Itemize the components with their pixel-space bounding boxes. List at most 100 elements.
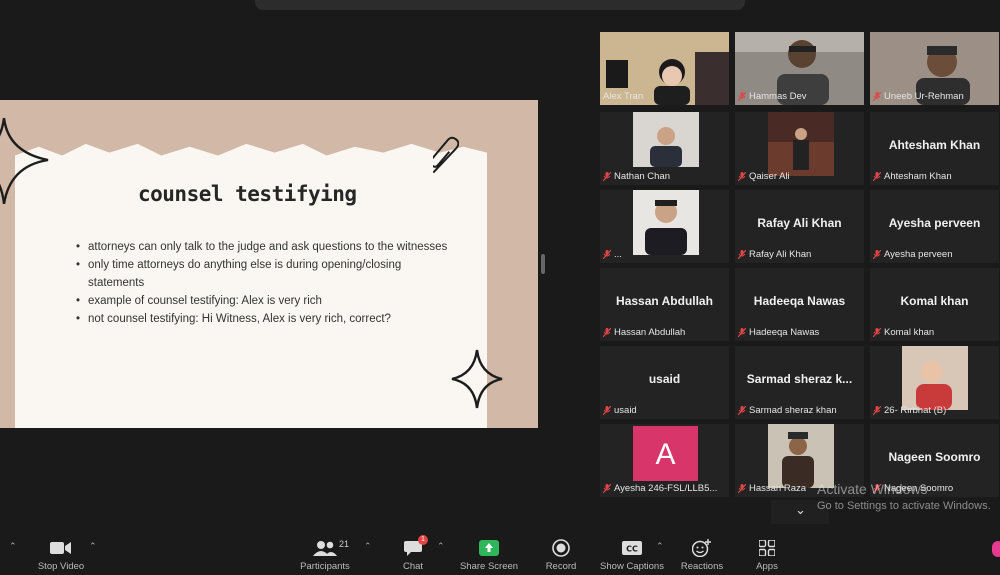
participant-name: Ahtesham Khan	[873, 171, 952, 182]
muted-mic-icon	[873, 92, 881, 101]
participant-name: Komal khan	[873, 327, 934, 338]
record-icon	[552, 539, 570, 557]
participant-name: Hadeeqa Nawas	[738, 327, 819, 338]
participant-video	[633, 112, 699, 167]
participant-tile[interactable]: Uneeb Ur-Rehman	[870, 32, 999, 105]
slide-bullet: example of counsel testifying: Alex is v…	[76, 292, 456, 310]
participant-video	[902, 346, 968, 410]
participant-video	[768, 112, 834, 176]
participant-name: Alex Tran	[603, 91, 644, 102]
closed-captions-icon: CC	[622, 541, 642, 555]
caret-up-icon[interactable]: ⌃	[89, 541, 97, 552]
slide-bullet-list: attorneys can only talk to the judge and…	[76, 238, 456, 328]
participants-button[interactable]: Participants	[285, 533, 365, 572]
participant-tile[interactable]: Qaiser Ali	[735, 112, 864, 185]
participant-display-name: Hassan Abdullah	[616, 294, 713, 308]
avatar: A	[633, 426, 698, 481]
participant-name: usaid	[603, 405, 637, 416]
paperclip-icon	[433, 136, 459, 174]
participant-display-name: Ayesha perveen	[888, 216, 981, 230]
participant-name: Hammas Dev	[738, 91, 807, 102]
participant-video	[768, 424, 834, 488]
participant-name: Uneeb Ur-Rehman	[873, 91, 964, 102]
share-screen-button[interactable]: Share Screen	[449, 533, 529, 572]
participant-name: Ayesha perveen	[873, 249, 953, 260]
muted-mic-icon	[603, 172, 611, 181]
caret-up-icon[interactable]: ⌃	[9, 541, 17, 552]
slide-bullet: attorneys can only talk to the judge and…	[76, 238, 456, 256]
apps-label: Apps	[756, 561, 778, 572]
participant-name: Sarmad sheraz khan	[738, 405, 837, 416]
participant-name: Hassan Raza	[738, 483, 806, 494]
participant-tile[interactable]: Rafay Ali Khan Rafay Ali Khan	[735, 190, 864, 263]
participant-tile[interactable]: Alex Tran	[600, 32, 729, 105]
meeting-top-bar	[255, 0, 745, 10]
show-captions-button[interactable]: CC Show Captions	[592, 533, 672, 572]
slide-bullet: not counsel testifying: Hi Witness, Alex…	[76, 310, 456, 328]
muted-mic-icon	[738, 250, 746, 259]
record-button[interactable]: Record	[521, 533, 601, 572]
participant-display-name: Rafay Ali Khan	[757, 216, 842, 230]
share-screen-label: Share Screen	[459, 561, 519, 572]
participant-tile[interactable]: Komal khan Komal khan	[870, 268, 999, 341]
participant-tile[interactable]: ...	[600, 190, 729, 263]
muted-mic-icon	[603, 250, 611, 259]
meeting-toolbar: ⌃ Stop Video ⌃ Participants 21 ⌃ Chat 1 …	[0, 533, 1000, 575]
muted-mic-icon	[603, 328, 611, 337]
muted-mic-icon	[738, 406, 746, 415]
muted-mic-icon	[603, 406, 611, 415]
stop-video-label: Stop Video	[37, 561, 85, 572]
caret-up-icon[interactable]: ⌃	[437, 541, 445, 552]
shared-screen-slide: counsel testifying attorneys can only ta…	[0, 100, 538, 428]
participant-name: Qaiser Ali	[738, 171, 790, 182]
slide-bullet: only time attorneys do anything else is …	[76, 256, 456, 292]
participant-tile[interactable]: 26- Rirbhat (B)	[870, 346, 999, 419]
muted-mic-icon	[603, 484, 611, 493]
participant-tile[interactable]: Sarmad sheraz k... Sarmad sheraz khan	[735, 346, 864, 419]
stop-video-button[interactable]: Stop Video	[21, 533, 101, 572]
participant-tile[interactable]: A Ayesha 246-FSL/LLB5...	[600, 424, 729, 497]
chat-button[interactable]: Chat	[373, 533, 453, 572]
muted-mic-icon	[738, 172, 746, 181]
participant-tile[interactable]: Hadeeqa Nawas Hadeeqa Nawas	[735, 268, 864, 341]
video-camera-icon	[50, 542, 71, 554]
slide-title: counsel testifying	[138, 182, 357, 206]
caret-up-icon[interactable]: ⌃	[364, 541, 372, 552]
participant-tile[interactable]: Ayesha perveen Ayesha perveen	[870, 190, 999, 263]
participant-tile[interactable]: usaid usaid	[600, 346, 729, 419]
participant-name: Hassan Abdullah	[603, 327, 685, 338]
sparkle-star-icon	[0, 118, 49, 204]
apps-grid-icon	[759, 540, 775, 556]
participants-label: Participants	[300, 561, 350, 572]
participant-tile[interactable]: Nathan Chan	[600, 112, 729, 185]
share-screen-icon	[479, 540, 499, 556]
participant-name: Ayesha 246-FSL/LLB5...	[603, 483, 717, 494]
muted-mic-icon	[873, 250, 881, 259]
participant-display-name: Ahtesham Khan	[888, 138, 981, 152]
muted-mic-icon	[873, 172, 881, 181]
participant-video	[633, 190, 699, 255]
notification-indicator[interactable]	[992, 541, 1000, 557]
participants-count: 21	[339, 539, 350, 549]
apps-button[interactable]: Apps	[727, 533, 807, 572]
svg-text:CC: CC	[626, 545, 638, 554]
participant-display-name: Hadeeqa Nawas	[753, 294, 846, 308]
participant-tile[interactable]: Ahtesham Khan Ahtesham Khan	[870, 112, 999, 185]
chat-label: Chat	[402, 561, 424, 572]
participant-name: ...	[603, 249, 622, 260]
participant-display-name: Komal khan	[900, 294, 969, 308]
participant-tile[interactable]: Hassan Abdullah Hassan Abdullah	[600, 268, 729, 341]
participant-display-name: Nageen Soomro	[888, 450, 981, 464]
participant-name: Rafay Ali Khan	[738, 249, 811, 260]
record-label: Record	[545, 561, 577, 572]
split-view-drag-handle[interactable]	[541, 254, 545, 274]
muted-mic-icon	[873, 328, 881, 337]
show-captions-label: Show Captions	[600, 561, 664, 572]
smiley-plus-icon	[692, 539, 711, 557]
participant-display-name: usaid	[648, 372, 681, 386]
participant-name: Nathan Chan	[603, 171, 670, 182]
muted-mic-icon	[738, 484, 746, 493]
windows-activation-watermark: Activate Windows	[817, 481, 928, 497]
chat-unread-badge: 1	[418, 535, 428, 545]
participant-tile[interactable]: Hammas Dev	[735, 32, 864, 105]
